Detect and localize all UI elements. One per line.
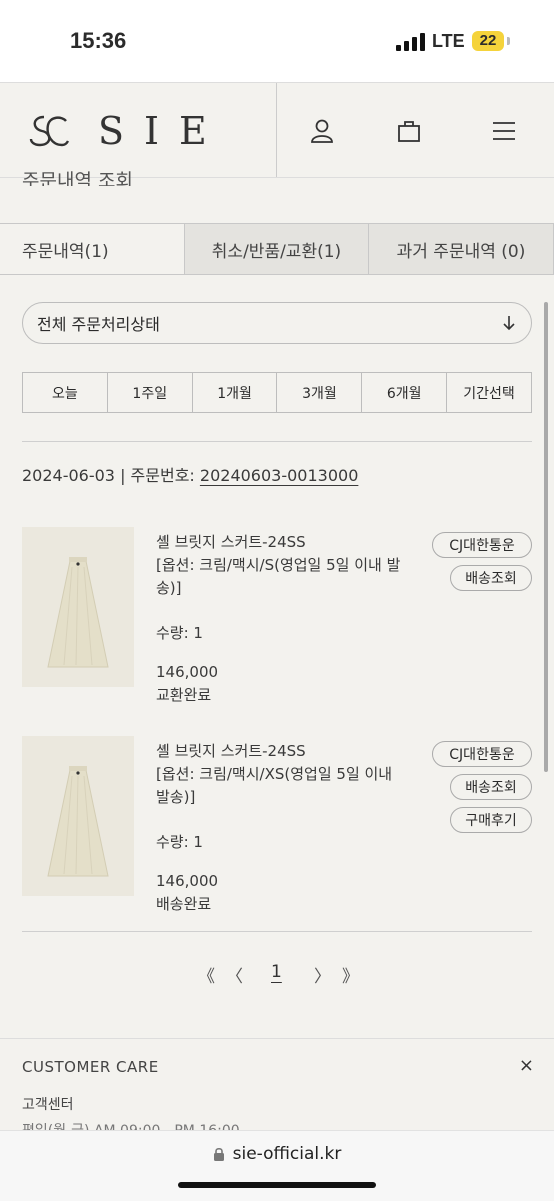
- order-number-link[interactable]: 20240603-0013000: [200, 466, 358, 485]
- pagination: 《 〈 1 〉 》: [0, 962, 554, 990]
- status-bar: 15:36 LTE 22: [0, 0, 554, 82]
- tab-orders[interactable]: 주문내역(1): [0, 224, 185, 274]
- period-1month[interactable]: 1개월: [192, 373, 278, 412]
- order-item: 셸 브릿지 스커트-24SS [옵션: 크림/맥시/XS(영업일 5일 이내 발…: [22, 736, 532, 913]
- last-page-button[interactable]: 》: [342, 962, 359, 987]
- menu-icon[interactable]: [486, 113, 522, 149]
- lock-icon: [213, 1147, 224, 1161]
- url-text: sie-official.kr: [232, 1144, 342, 1164]
- period-today[interactable]: 오늘: [23, 373, 108, 412]
- arrow-down-icon: [503, 316, 515, 331]
- url-display[interactable]: sie-official.kr: [0, 1144, 554, 1164]
- product-option: [옵션: 크림/맥시/XS(영업일 5일 이내 발송)]: [156, 765, 393, 806]
- order-item-status: 배송완료: [156, 895, 212, 913]
- product-quantity: 수량: 1: [156, 833, 203, 851]
- first-page-button[interactable]: 《: [198, 962, 215, 987]
- item-actions: CJ대한통운 배송조회 구매후기: [430, 741, 532, 840]
- item-info: 셸 브릿지 스커트-24SS [옵션: 크림/맥시/S(영업일 5일 이내 발송…: [156, 531, 406, 707]
- home-indicator: [178, 1182, 376, 1188]
- period-6months[interactable]: 6개월: [362, 373, 448, 412]
- signal-icon: [396, 33, 426, 51]
- period-3months[interactable]: 3개월: [277, 373, 363, 412]
- product-price: 146,000: [156, 872, 219, 890]
- bag-icon[interactable]: [391, 113, 427, 149]
- tab-past-orders[interactable]: 과거 주문내역 (0): [369, 224, 554, 274]
- product-image[interactable]: [22, 527, 134, 687]
- order-number-label: 주문번호:: [130, 466, 200, 485]
- page-number-current[interactable]: 1: [271, 962, 282, 982]
- order-header: 2024-06-03 | 주문번호: 20240603-0013000: [22, 462, 358, 486]
- customer-care-title: CUSTOMER CARE: [22, 1058, 159, 1076]
- service-center-label: 고객센터: [22, 1097, 74, 1113]
- courier-button[interactable]: CJ대한통운: [432, 532, 532, 558]
- courier-button[interactable]: CJ대한통운: [432, 741, 532, 767]
- battery-icon: 22: [472, 31, 504, 51]
- brand-name: SIE: [98, 109, 227, 153]
- network-type: LTE: [432, 31, 465, 51]
- divider: [22, 931, 532, 932]
- product-price: 146,000: [156, 663, 219, 681]
- header-divider: [276, 83, 277, 177]
- site-header: SIE: [0, 82, 554, 178]
- product-name[interactable]: 셸 브릿지 스커트-24SS: [156, 740, 406, 763]
- product-name[interactable]: 셸 브릿지 스커트-24SS: [156, 531, 406, 554]
- logo-mark-icon: [29, 115, 70, 147]
- order-item-status: 교환완료: [156, 686, 212, 704]
- close-icon[interactable]: ×: [519, 1055, 534, 1076]
- scrollbar[interactable]: [544, 302, 548, 772]
- period-filter: 오늘 1주일 1개월 3개월 6개월 기간선택: [22, 372, 532, 413]
- track-delivery-button[interactable]: 배송조회: [450, 774, 532, 800]
- product-option: [옵션: 크림/맥시/S(영업일 5일 이내 발송)]: [156, 556, 401, 597]
- divider: [22, 441, 532, 442]
- item-actions: CJ대한통운 배송조회: [430, 532, 532, 598]
- prev-page-button[interactable]: 〈: [226, 962, 243, 987]
- order-item: 셸 브릿지 스커트-24SS [옵션: 크림/맥시/S(영업일 5일 이내 발송…: [22, 527, 532, 704]
- period-custom[interactable]: 기간선택: [447, 373, 531, 412]
- period-1week[interactable]: 1주일: [107, 373, 193, 412]
- status-time: 15:36: [70, 28, 127, 53]
- item-info: 셸 브릿지 스커트-24SS [옵션: 크림/맥시/XS(영업일 5일 이내 발…: [156, 740, 406, 916]
- track-delivery-button[interactable]: 배송조회: [450, 565, 532, 591]
- order-status-select[interactable]: 전체 주문처리상태: [22, 302, 532, 344]
- write-review-button[interactable]: 구매후기: [450, 807, 532, 833]
- order-separator: |: [114, 466, 131, 485]
- page-title: 주문내역 조회: [22, 170, 133, 186]
- brand-logo[interactable]: SIE: [26, 109, 227, 153]
- product-quantity: 수량: 1: [156, 624, 203, 642]
- tab-cancel-return-exchange[interactable]: 취소/반품/교환(1): [185, 224, 369, 274]
- battery-tip: [507, 37, 510, 45]
- browser-address-bar: sie-official.kr: [0, 1130, 554, 1201]
- user-icon[interactable]: [304, 113, 340, 149]
- order-tabs: 주문내역(1) 취소/반품/교환(1) 과거 주문내역 (0): [0, 223, 554, 275]
- product-image[interactable]: [22, 736, 134, 896]
- next-page-button[interactable]: 〉: [314, 962, 331, 987]
- order-status-value: 전체 주문처리상태: [37, 315, 160, 334]
- order-date: 2024-06-03: [22, 466, 115, 485]
